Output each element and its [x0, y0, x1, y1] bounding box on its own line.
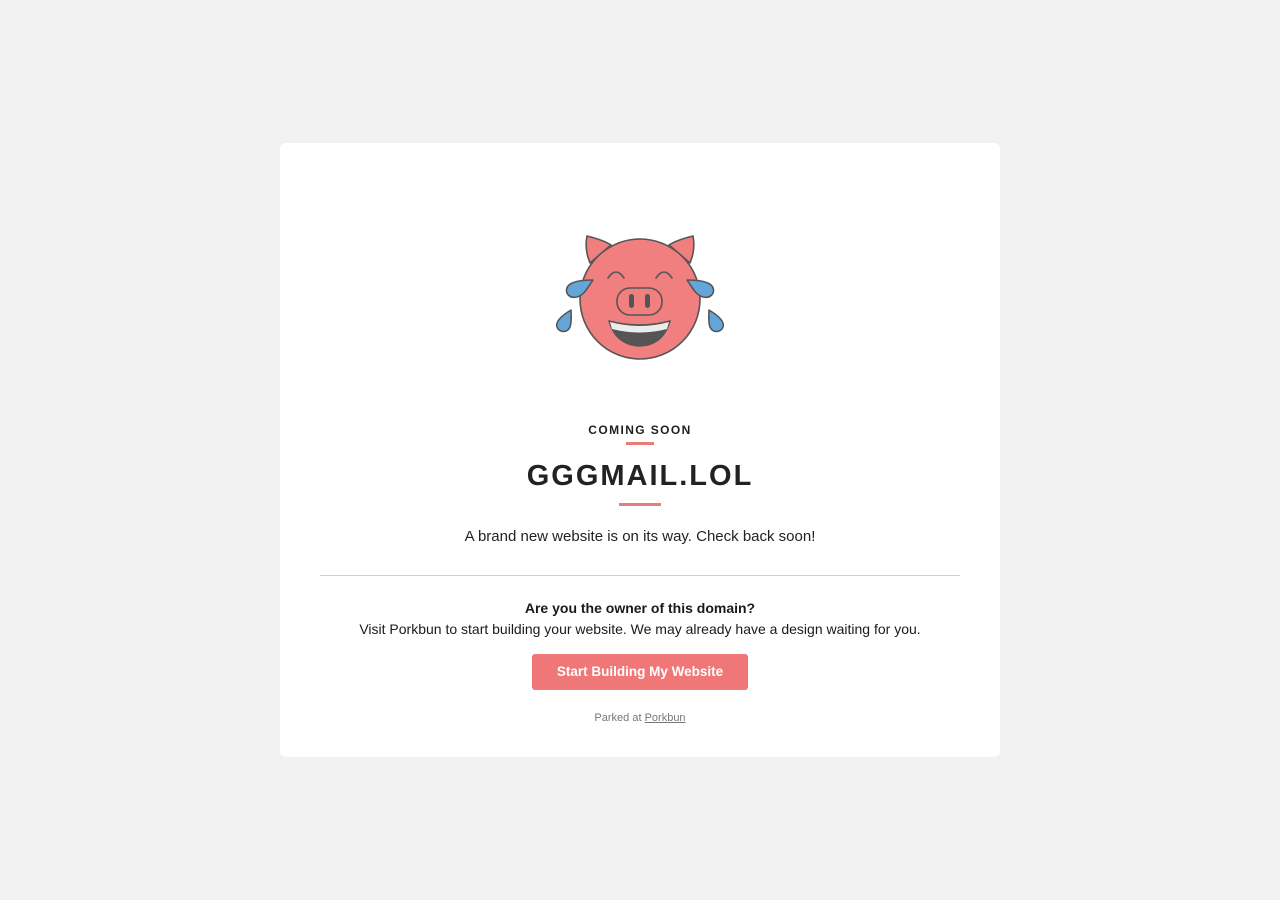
- owner-question: Are you the owner of this domain?: [524, 600, 756, 616]
- coming-soon-label: COMING SOON: [588, 423, 692, 437]
- owner-message: Visit Porkbun to start building your web…: [359, 621, 921, 637]
- laughing-pig-icon: [553, 233, 727, 363]
- domain-title: GGGMAIL.LOL: [526, 460, 754, 492]
- eyebrow-underline: [626, 442, 654, 445]
- parked-prefix: Parked at: [594, 712, 642, 724]
- porkbun-link[interactable]: Porkbun: [645, 712, 686, 724]
- tagline: A brand new website is on its way. Check…: [464, 528, 816, 545]
- parked-notice: Parked at Porkbun: [280, 711, 1000, 725]
- title-underline: [619, 503, 661, 506]
- section-divider: [320, 575, 960, 576]
- start-building-button[interactable]: Start Building My Website: [532, 654, 748, 690]
